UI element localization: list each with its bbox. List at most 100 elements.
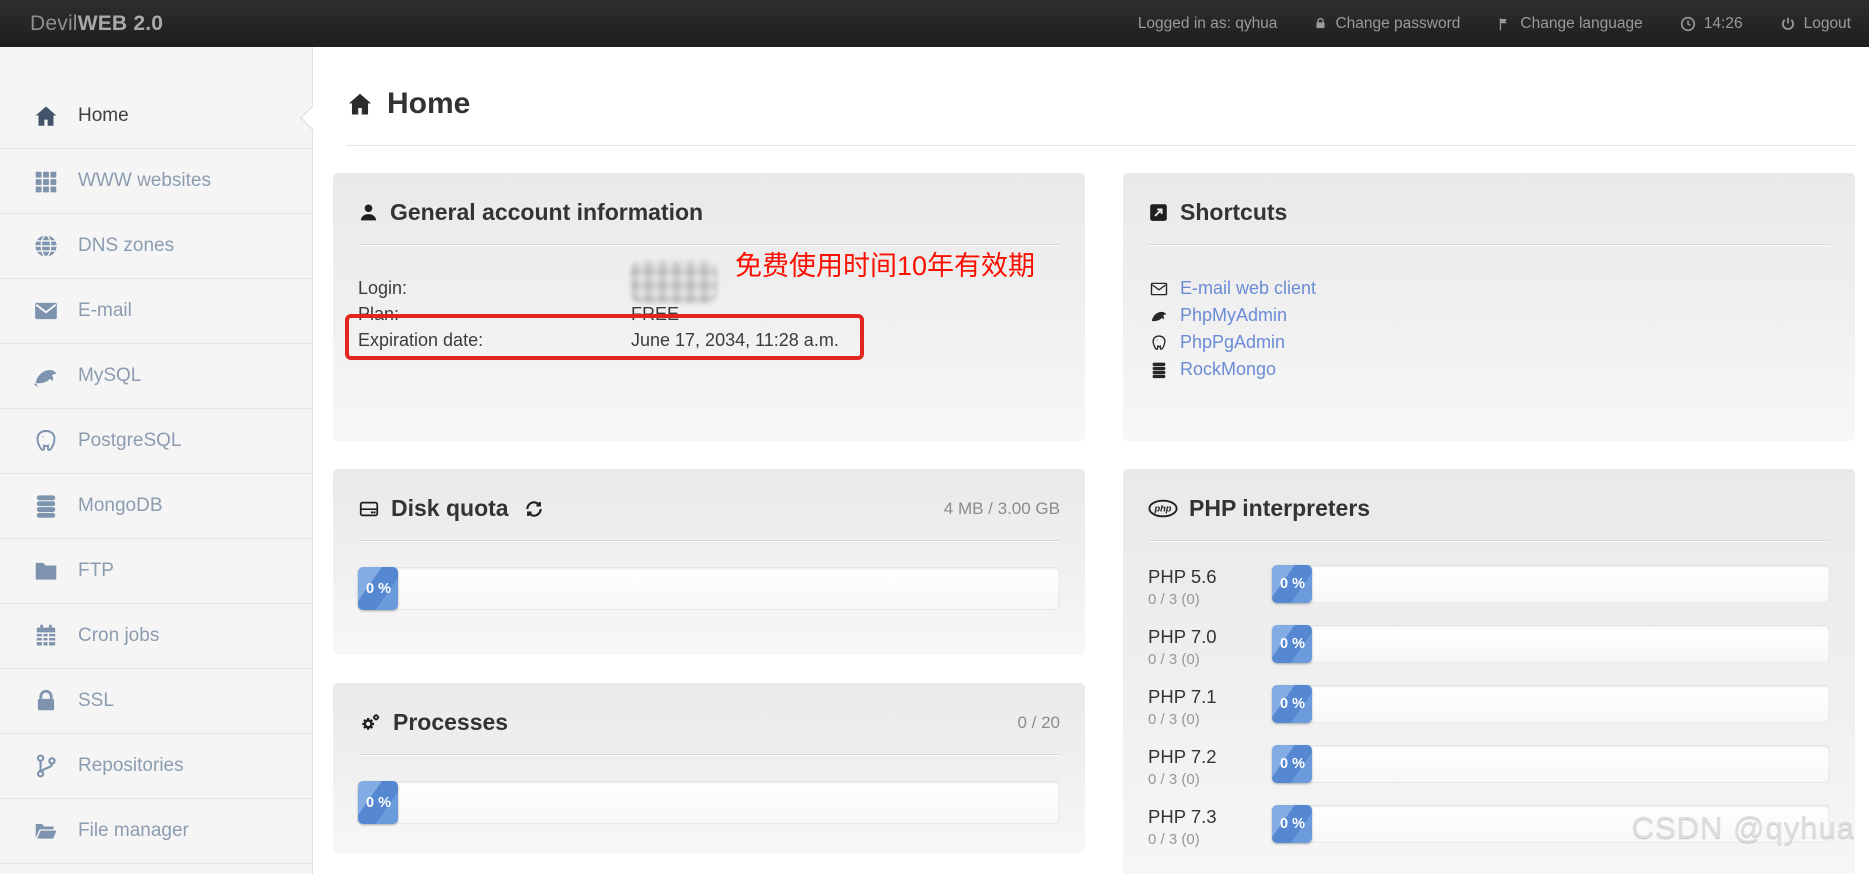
envelope-icon [1148, 280, 1169, 298]
php-version: PHP 7.1 [1148, 686, 1217, 707]
login-label: Login: [358, 277, 408, 298]
sidebar-item-www-websites[interactable]: WWW websites [0, 149, 312, 214]
mysql-dolphin-icon [31, 363, 61, 389]
sidebar-item-label: MySQL [78, 365, 142, 386]
flag-icon [1497, 16, 1512, 32]
sidebar-item-home[interactable]: Home [0, 84, 312, 149]
shortcut-label: RockMongo [1180, 359, 1277, 379]
shortcut-rockmongo[interactable]: RockMongo [1148, 356, 1830, 383]
sidebar-item-email[interactable]: E-mail [0, 279, 312, 344]
shortcut-label: PhpMyAdmin [1180, 305, 1288, 325]
progress-track: 0 % [1272, 565, 1830, 603]
git-branch-icon [31, 753, 61, 779]
php-bar-holder: 0 % [1272, 685, 1830, 723]
sidebar-item-cron-jobs[interactable]: Cron jobs [0, 604, 312, 669]
progress-track: 0 % [1272, 685, 1830, 723]
sidebar-item-label: DNS zones [78, 235, 175, 256]
plan-label: Plan: [358, 303, 400, 324]
shortcut-label: PhpPgAdmin [1180, 332, 1286, 352]
clock-time: 14:26 [1703, 14, 1743, 32]
logout-link[interactable]: Logout [1780, 15, 1851, 33]
disk-usage-text: 4 MB / 3.00 GB [943, 498, 1060, 518]
php-rows: PHP 5.6 0 / 3 (0) 0 % PHP 7.0 0 / 3 (0) … [1148, 565, 1830, 848]
sidebar-item-ssl[interactable]: SSL [0, 669, 312, 734]
progress-value: 0 % [1272, 805, 1312, 843]
shortcut-phppgadmin[interactable]: PhpPgAdmin [1148, 329, 1830, 356]
app-title: DevilWEB 2.0 [30, 12, 163, 36]
shortcut-label: E-mail web client [1180, 278, 1317, 298]
php-bar-holder: 0 % [1272, 625, 1830, 663]
sidebar-item-postgresql[interactable]: PostgreSQL [0, 409, 312, 474]
sidebar-item-label: PostgreSQL [78, 430, 182, 451]
database-stack-icon [1148, 361, 1169, 379]
shortcut-phpmyadmin[interactable]: PhpMyAdmin [1148, 302, 1830, 329]
php-row-meta: PHP 5.6 0 / 3 (0) [1148, 565, 1272, 608]
sidebar-item-file-manager[interactable]: File manager [0, 799, 312, 864]
power-icon [1780, 16, 1796, 32]
php-icon: php [1148, 499, 1178, 518]
page-title-text: Home [387, 87, 471, 120]
php-row-meta: PHP 7.1 0 / 3 (0) [1148, 685, 1272, 728]
progress-track: 0 % [1272, 625, 1830, 663]
panel-header: Processes 0 / 20 [333, 683, 1085, 736]
php-row-70: PHP 7.0 0 / 3 (0) 0 % [1148, 625, 1830, 668]
progress-value: 0 % [1272, 625, 1312, 663]
panel-divider [358, 244, 1060, 245]
sidebar-item-label: WWW websites [78, 170, 211, 191]
panel-divider [1148, 244, 1830, 245]
sidebar-item-mongodb[interactable]: MongoDB [0, 474, 312, 539]
php-usage: 0 / 3 (0) [1148, 771, 1200, 788]
plan-row: Plan: FREE [358, 301, 1060, 327]
topbar-menu: Logged in as: qyhua Change password Chan… [1138, 15, 1851, 33]
page-title: Home [346, 85, 1855, 123]
panel-title: Disk quota [391, 495, 509, 521]
folder-icon [31, 558, 61, 584]
panel-divider [358, 540, 1060, 541]
panel-title: PHP interpreters [1189, 495, 1371, 521]
change-language-link[interactable]: Change language [1497, 15, 1643, 33]
php-usage: 0 / 3 (0) [1148, 831, 1200, 848]
sidebar-item-dns-zones[interactable]: DNS zones [0, 214, 312, 279]
progress-value: 0 % [1272, 745, 1312, 783]
clock-icon [1680, 16, 1696, 32]
panel-header: Disk quota 4 MB / 3.00 GB [333, 469, 1085, 522]
disk-quota-panel: Disk quota 4 MB / 3.00 GB 0 % [333, 469, 1085, 655]
lock-icon [1314, 16, 1327, 31]
logged-in-as: Logged in as: qyhua [1137, 14, 1278, 32]
panel-title: Shortcuts [1180, 199, 1288, 225]
refresh-icon[interactable] [524, 499, 544, 519]
grid-icon [31, 168, 61, 194]
sidebar-item-label: Home [78, 105, 129, 126]
change-password-link[interactable]: Change password [1314, 15, 1460, 33]
processes-progress: 0 % [358, 781, 1060, 824]
dashboard-grid: General account information Login: Plan:… [333, 173, 1855, 874]
gears-icon [358, 712, 382, 734]
progress-value: 0 % [358, 781, 398, 824]
panel-header: php PHP interpreters [1123, 469, 1855, 522]
sidebar-item-ftp[interactable]: FTP [0, 539, 312, 604]
main-content: Home General account information Login: … [313, 47, 1869, 874]
annotation-text: 免费使用时间10年有效期 [735, 251, 1036, 281]
sidebar-item-mysql[interactable]: MySQL [0, 344, 312, 409]
sidebar-item-label: FTP [78, 560, 114, 581]
disk-progress: 0 % [358, 567, 1060, 610]
sidebar-item-label: SSL [78, 690, 114, 711]
clock-display: 14:26 [1680, 15, 1743, 33]
svg-text:php: php [1154, 504, 1172, 514]
php-row-56: PHP 5.6 0 / 3 (0) 0 % [1148, 565, 1830, 608]
sidebar-item-repositories[interactable]: Repositories [0, 734, 312, 799]
php-version: PHP 7.2 [1148, 746, 1217, 767]
sidebar: Home WWW websites DNS zones E-mail MySQL… [0, 47, 315, 874]
postgresql-elephant-icon [31, 428, 61, 454]
folder-open-icon [31, 818, 61, 844]
sidebar-item-label: Repositories [78, 755, 184, 776]
login-value-censored [631, 261, 717, 303]
panel-divider [1148, 540, 1830, 541]
home-icon [346, 90, 374, 118]
progress-value: 0 % [358, 567, 398, 610]
php-row-72: PHP 7.2 0 / 3 (0) 0 % [1148, 745, 1830, 788]
general-account-panel: General account information Login: Plan:… [333, 173, 1085, 441]
progress-value: 0 % [1272, 565, 1312, 603]
shortcut-email-web-client[interactable]: E-mail web client [1148, 275, 1830, 302]
sidebar-item-label: MongoDB [78, 495, 163, 516]
